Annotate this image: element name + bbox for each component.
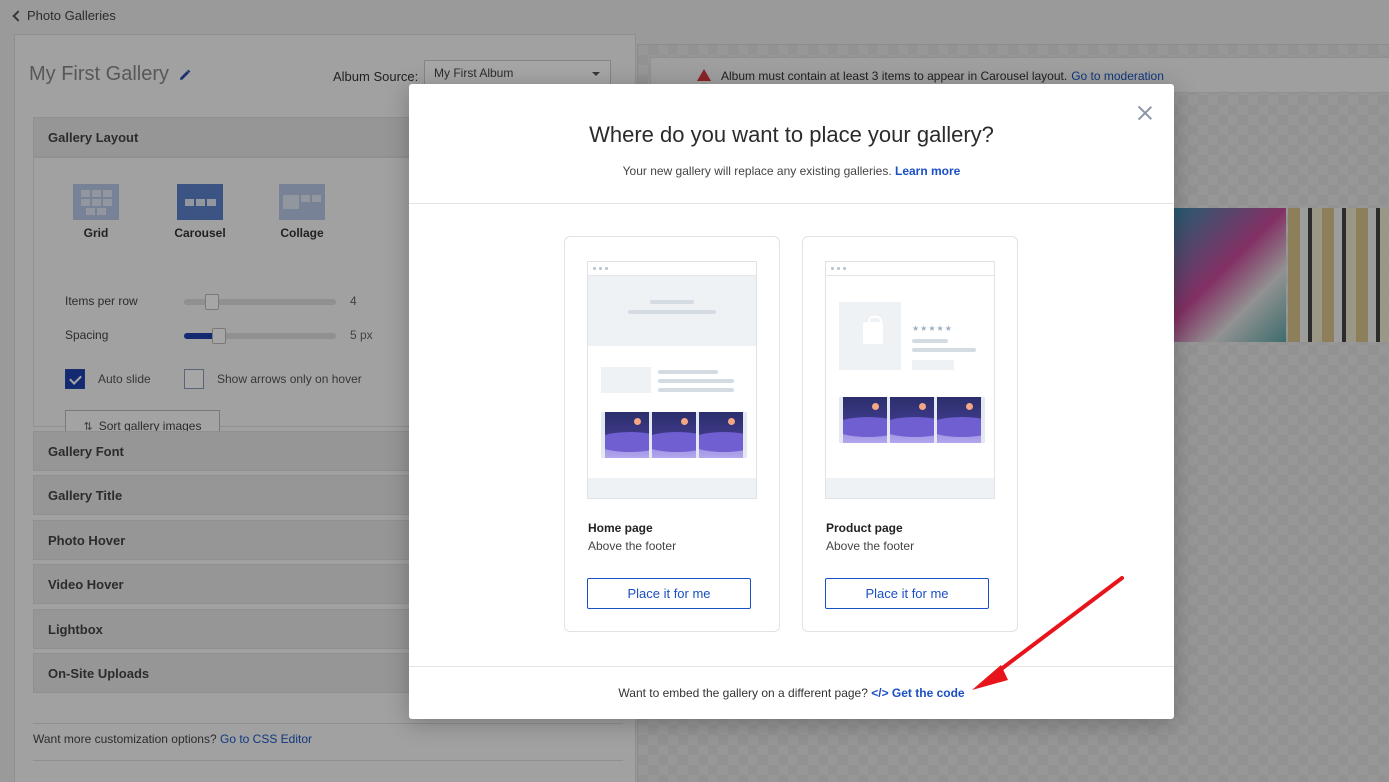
place-it-product-button[interactable]: Place it for me bbox=[825, 578, 989, 609]
mock-hero bbox=[588, 276, 756, 346]
modal-subtitle: Your new gallery will replace any existi… bbox=[409, 164, 1174, 178]
card-subtitle: Above the footer bbox=[588, 539, 677, 553]
card-home-page[interactable]: Home page Above the footer Place it for … bbox=[564, 236, 780, 632]
card-title: Product page bbox=[826, 521, 903, 535]
mock-block bbox=[601, 367, 651, 393]
placement-modal: Where do you want to place your gallery?… bbox=[409, 84, 1174, 719]
close-icon[interactable] bbox=[1136, 104, 1154, 122]
card-subtitle: Above the footer bbox=[826, 539, 915, 553]
home-page-illustration bbox=[587, 261, 757, 499]
modal-subtitle-text: Your new gallery will replace any existi… bbox=[622, 164, 892, 178]
product-page-illustration: ★★★★★ bbox=[825, 261, 995, 499]
modal-title: Where do you want to place your gallery? bbox=[589, 122, 994, 147]
get-the-code-link[interactable]: </> Get the code bbox=[871, 686, 964, 700]
mock-carousel bbox=[601, 412, 747, 458]
mock-product-image bbox=[839, 302, 901, 370]
browser-dots-icon bbox=[826, 262, 994, 276]
card-title: Home page bbox=[588, 521, 653, 535]
star-rating-icon: ★★★★★ bbox=[912, 324, 953, 333]
shopping-bag-icon bbox=[863, 316, 883, 344]
mock-footer bbox=[588, 478, 756, 498]
card-product-page[interactable]: ★★★★★ Product page Above the footer Plac… bbox=[802, 236, 1018, 632]
embed-row: Want to embed the gallery on a different… bbox=[409, 686, 1174, 700]
embed-text: Want to embed the gallery on a different… bbox=[618, 686, 868, 700]
place-it-home-button[interactable]: Place it for me bbox=[587, 578, 751, 609]
browser-dots-icon bbox=[588, 262, 756, 276]
divider bbox=[409, 203, 1174, 204]
mock-footer bbox=[826, 478, 994, 498]
learn-more-link[interactable]: Learn more bbox=[895, 164, 960, 178]
divider bbox=[409, 666, 1174, 667]
mock-carousel bbox=[839, 397, 985, 443]
